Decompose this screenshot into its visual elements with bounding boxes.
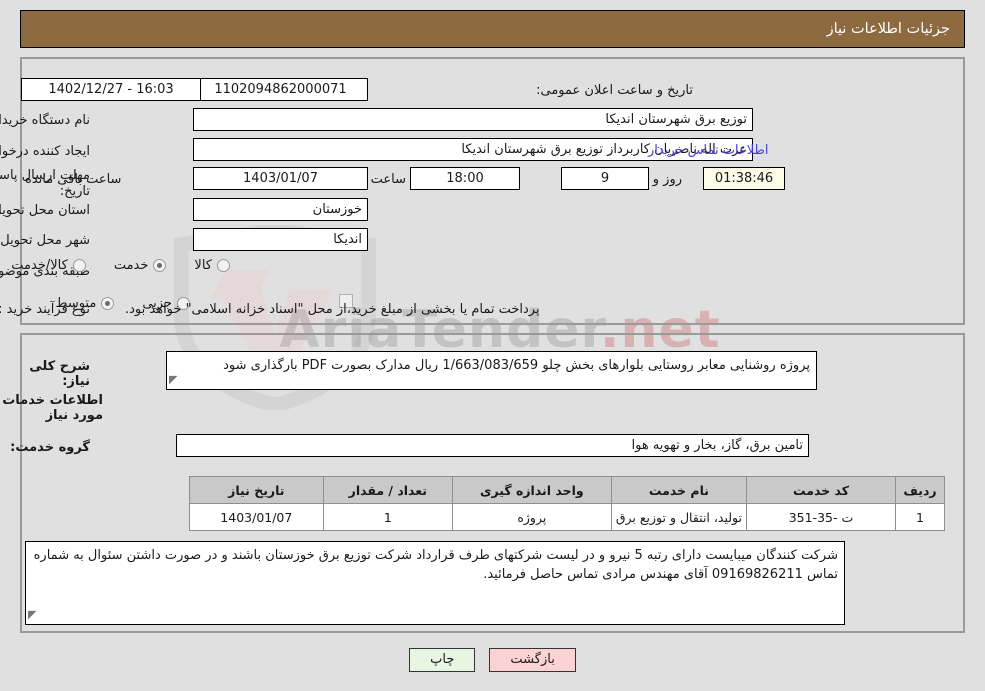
- category-radio-0[interactable]: [217, 259, 230, 272]
- category-option-0[interactable]: کالا: [194, 258, 230, 273]
- city-value: اندیکا: [193, 228, 368, 251]
- col-name: نام خدمت: [610, 476, 748, 504]
- table-cell-2: تولید، انتقال و توزیع برق: [610, 503, 748, 531]
- buyer-contact-link[interactable]: اطلاعات تماس خریدار: [648, 143, 768, 158]
- col-code: کد خدمت: [746, 476, 896, 504]
- days-label: روز و: [652, 172, 682, 187]
- page-title: جزئیات اطلاعات نیاز: [826, 21, 950, 37]
- resize-grip-icon-notes[interactable]: ◥: [28, 605, 36, 624]
- buyer-org-label: نام دستگاه خریدار:: [0, 113, 90, 128]
- announce-datetime-label: تاریخ و ساعت اعلان عمومی:: [536, 83, 693, 98]
- hour-label: ساعت: [370, 172, 406, 187]
- category-label-2: کالا/خدمت: [11, 258, 68, 273]
- back-button[interactable]: بازگشت: [489, 648, 576, 672]
- buyer-notes-text[interactable]: شرکت کنندگان میبایست دارای رتبه 5 نیرو و…: [25, 541, 845, 625]
- province-label: استان محل تحویل:: [0, 203, 90, 218]
- col-radif: ردیف: [895, 476, 945, 504]
- category-label-1: خدمت: [113, 258, 149, 273]
- col-date: تاریخ نیاز: [188, 476, 324, 504]
- remaining-time-label: ساعت باقی مانده: [25, 172, 122, 187]
- category-label-0: کالا: [194, 258, 212, 273]
- purchase-type-radio-1[interactable]: [101, 297, 115, 310]
- purchase-type-label-1: متوسط: [55, 296, 97, 311]
- announce-datetime-value: 16:03 - 1402/12/27: [21, 78, 201, 101]
- table-row: 1ت -35-351 تولید، انتقال و توزیع برق پروژه…: [188, 503, 945, 531]
- treasury-note: پرداخت تمام یا بخشی از مبلغ خرید،از محل …: [125, 302, 540, 317]
- city-label: شهر محل تحویل:: [0, 233, 90, 248]
- col-unit: واحد اندازه گیری: [451, 476, 612, 504]
- services-table: ردیف کد خدمت نام خدمت واحد اندازه گیری ت…: [188, 476, 945, 531]
- page-root: AriaTender.net جزئیات اطلاعات نیاز شماره…: [0, 0, 985, 691]
- need-summary-value: پروژه روشنایی معابر روستایی بلوارهای بخش…: [223, 358, 810, 373]
- remaining-days-value: 9: [561, 167, 649, 190]
- category-radio-group[interactable]: کالا خدمت کالا/خدمت: [0, 258, 230, 273]
- buyer-org-value: توزیع برق شهرستان اندیکا: [193, 108, 753, 131]
- category-radio-1[interactable]: [153, 259, 167, 272]
- deadline-time-value: 18:00: [410, 167, 520, 190]
- need-summary-text[interactable]: پروژه روشنایی معابر روستایی بلوارهای بخش…: [166, 351, 817, 390]
- page-title-bar: جزئیات اطلاعات نیاز: [20, 10, 965, 48]
- service-group-value: تامین برق، گاز، بخار و تهویه هوا: [176, 434, 809, 457]
- category-radio-2[interactable]: [72, 259, 86, 272]
- col-quantity: تعداد / مقدار: [322, 476, 453, 504]
- table-cell-5: 1403/01/07: [188, 503, 324, 531]
- category-option-2[interactable]: کالا/خدمت: [11, 258, 86, 273]
- table-header-row: ردیف کد خدمت نام خدمت واحد اندازه گیری ت…: [188, 476, 945, 504]
- services-heading: اطلاعات خدمات مورد نیاز: [2, 393, 103, 423]
- purchase-type-option-1[interactable]: متوسط: [55, 296, 115, 311]
- print-button[interactable]: چاپ: [409, 648, 476, 672]
- resize-grip-icon[interactable]: ◥: [169, 370, 177, 389]
- table-cell-1: ت -35-351: [746, 503, 896, 531]
- table-cell-3: پروژه: [451, 503, 612, 531]
- action-buttons: بازگشت چاپ: [0, 648, 985, 672]
- need-summary-label: شرح کلی نیاز:: [29, 359, 90, 389]
- service-group-label: گروه خدمت:: [10, 440, 90, 455]
- province-value: خوزستان: [193, 198, 368, 221]
- buyer-notes-value: شرکت کنندگان میبایست دارای رتبه 5 نیرو و…: [33, 548, 838, 582]
- table-cell-4: 1: [322, 503, 453, 531]
- table-cell-0: 1: [895, 503, 945, 531]
- creator-label: ایجاد کننده درخواست:: [0, 144, 90, 159]
- category-option-1[interactable]: خدمت: [114, 258, 167, 273]
- countdown-value: 01:38:46: [703, 167, 785, 190]
- need-number-value: 1102094862000071: [193, 78, 368, 101]
- deadline-date-value: 1403/01/07: [193, 167, 368, 190]
